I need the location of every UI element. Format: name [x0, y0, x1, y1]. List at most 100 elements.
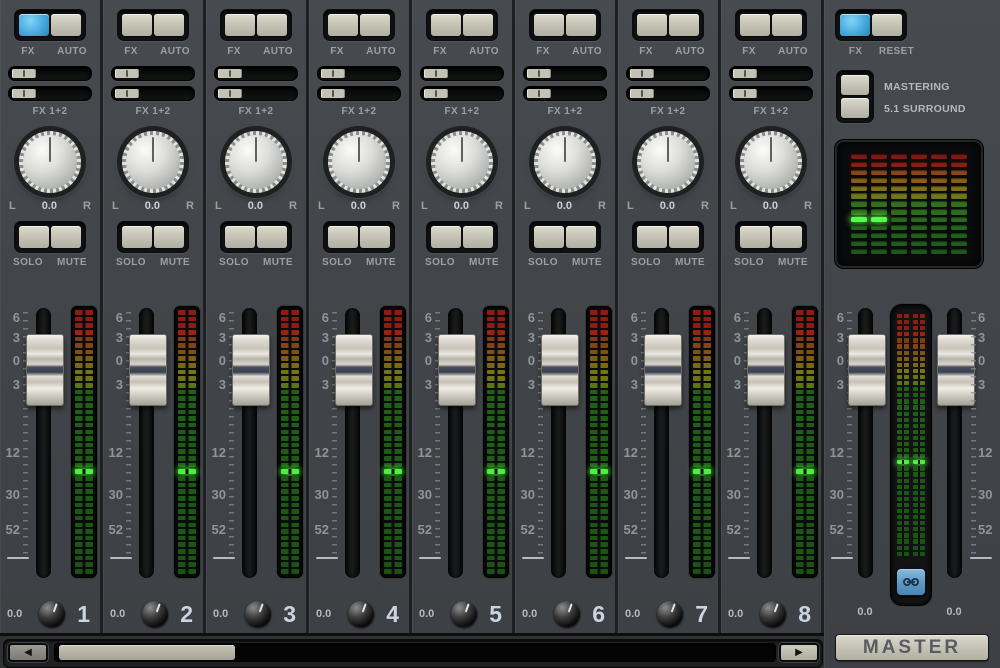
volume-fader[interactable] [232, 334, 270, 406]
output-knob[interactable] [451, 601, 477, 627]
fx-send-2-slider[interactable] [8, 86, 92, 101]
fx-send-2-handle[interactable] [733, 89, 757, 98]
mute-button[interactable] [772, 226, 802, 248]
output-knob[interactable] [348, 601, 374, 627]
output-knob[interactable] [657, 601, 683, 627]
auto-button[interactable] [51, 14, 81, 36]
pan-right-label: R [598, 200, 606, 212]
auto-button[interactable] [257, 14, 287, 36]
fx-send-2-slider[interactable] [523, 86, 607, 101]
master-fx-button[interactable] [840, 14, 870, 36]
fx-button[interactable] [225, 14, 255, 36]
fx-send-1-slider[interactable] [420, 66, 504, 81]
fx-send-1-handle[interactable] [12, 69, 36, 78]
solo-button[interactable] [19, 226, 49, 248]
mute-button[interactable] [154, 226, 184, 248]
mute-button[interactable] [566, 226, 596, 248]
master-left-fader[interactable] [848, 334, 886, 406]
solo-button[interactable] [740, 226, 770, 248]
mute-button[interactable] [51, 226, 81, 248]
pan-knob[interactable] [637, 131, 699, 193]
pan-knob[interactable] [740, 131, 802, 193]
fx-button[interactable] [19, 14, 49, 36]
output-knob[interactable] [554, 601, 580, 627]
pan-knob[interactable] [534, 131, 596, 193]
pan-knob[interactable] [328, 131, 390, 193]
solo-button[interactable] [534, 226, 564, 248]
output-knob[interactable] [142, 601, 168, 627]
fx-send-2-handle[interactable] [321, 89, 345, 98]
fx-send-2-handle[interactable] [12, 89, 36, 98]
auto-button[interactable] [463, 14, 493, 36]
fx-send-2-slider[interactable] [111, 86, 195, 101]
mute-button[interactable] [257, 226, 287, 248]
fx-send-2-handle[interactable] [115, 89, 139, 98]
fx-send-2-slider[interactable] [729, 86, 813, 101]
pan-knob[interactable] [431, 131, 493, 193]
fx-send-2-handle[interactable] [424, 89, 448, 98]
fx-send-2-handle[interactable] [630, 89, 654, 98]
pan-knob[interactable] [122, 131, 184, 193]
fx-send-1-slider[interactable] [523, 66, 607, 81]
fx-send-1-handle[interactable] [630, 69, 654, 78]
stereo-link-button[interactable] [896, 568, 926, 596]
fx-button[interactable] [740, 14, 770, 36]
fx-send-2-slider[interactable] [420, 86, 504, 101]
fx-button[interactable] [534, 14, 564, 36]
solo-button[interactable] [328, 226, 358, 248]
fx-send-1-slider[interactable] [729, 66, 813, 81]
output-knob[interactable] [39, 601, 65, 627]
fx-send-1-slider[interactable] [111, 66, 195, 81]
solo-button[interactable] [225, 226, 255, 248]
volume-fader[interactable] [644, 334, 682, 406]
output-knob[interactable] [760, 601, 786, 627]
master-reset-button[interactable] [872, 14, 902, 36]
auto-button[interactable] [360, 14, 390, 36]
solo-button[interactable] [637, 226, 667, 248]
fx-send-1-handle[interactable] [218, 69, 242, 78]
pan-knob[interactable] [225, 131, 287, 193]
auto-button[interactable] [566, 14, 596, 36]
output-knob[interactable] [245, 601, 271, 627]
fx-send-2-handle[interactable] [527, 89, 551, 98]
auto-button[interactable] [154, 14, 184, 36]
fx-button[interactable] [122, 14, 152, 36]
mastering-button[interactable] [841, 75, 869, 95]
scrollbar-thumb[interactable] [59, 645, 235, 660]
fx-send-2-slider[interactable] [626, 86, 710, 101]
mute-button[interactable] [463, 226, 493, 248]
scroll-right-button[interactable]: ▶ [779, 643, 819, 662]
fx-send-1-slider[interactable] [626, 66, 710, 81]
fx-send-1-handle[interactable] [527, 69, 551, 78]
volume-fader[interactable] [26, 334, 64, 406]
scroll-left-button[interactable]: ◀ [8, 643, 48, 662]
mute-button[interactable] [360, 226, 390, 248]
fx-button[interactable] [328, 14, 358, 36]
volume-fader[interactable] [129, 334, 167, 406]
fx-send-1-handle[interactable] [321, 69, 345, 78]
fx-send-1-handle[interactable] [424, 69, 448, 78]
fx-send-2-slider[interactable] [214, 86, 298, 101]
fx-send-2-handle[interactable] [218, 89, 242, 98]
fx-send-2-slider[interactable] [317, 86, 401, 101]
volume-fader[interactable] [335, 334, 373, 406]
fx-send-1-handle[interactable] [115, 69, 139, 78]
volume-fader[interactable] [541, 334, 579, 406]
fx-send-1-slider[interactable] [8, 66, 92, 81]
pan-knob[interactable] [19, 131, 81, 193]
mute-button[interactable] [669, 226, 699, 248]
scrollbar-track[interactable] [54, 643, 776, 662]
fx-button[interactable] [431, 14, 461, 36]
fx-button[interactable] [637, 14, 667, 36]
solo-button[interactable] [122, 226, 152, 248]
fx-send-1-handle[interactable] [733, 69, 757, 78]
fx-send-1-slider[interactable] [214, 66, 298, 81]
auto-button[interactable] [669, 14, 699, 36]
fx-send-1-slider[interactable] [317, 66, 401, 81]
volume-fader[interactable] [438, 334, 476, 406]
pan-readout: L 0.0 R [524, 200, 606, 212]
volume-fader[interactable] [747, 334, 785, 406]
surround-button[interactable] [841, 98, 869, 118]
auto-button[interactable] [772, 14, 802, 36]
solo-button[interactable] [431, 226, 461, 248]
